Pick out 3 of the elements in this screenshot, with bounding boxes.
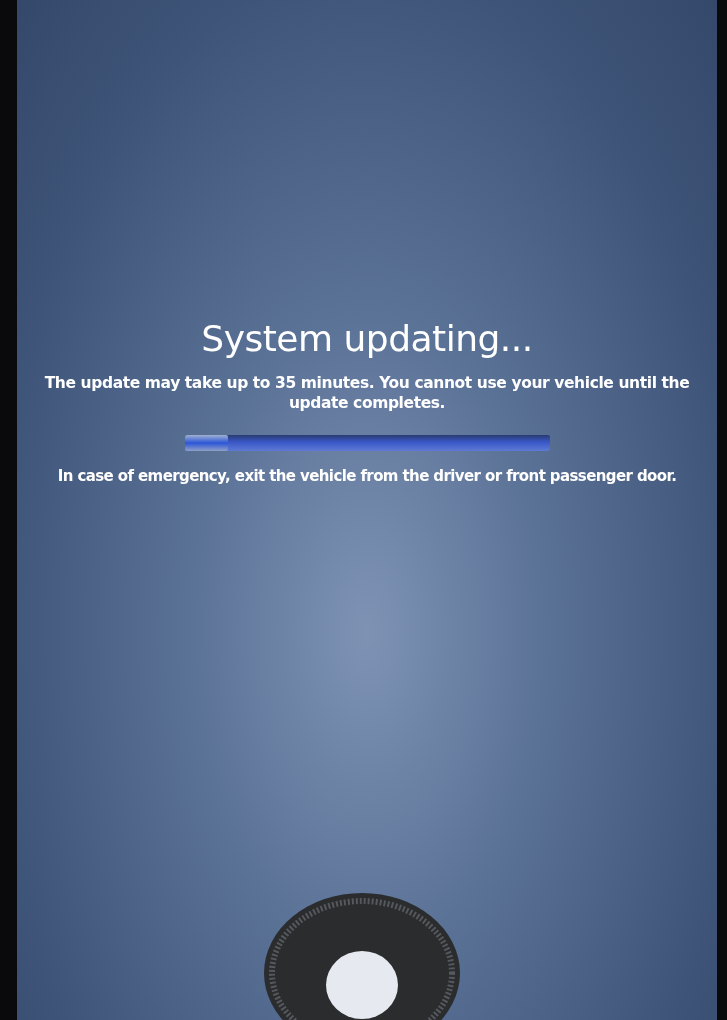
update-message: The update may take up to 35 minutes. You cannot use your vehicle until the update completes. (43, 373, 691, 413)
emergency-notice: In case of emergency, exit the vehicle from the driver or front passenger door. (57, 467, 677, 485)
title: System updating... (201, 318, 533, 359)
